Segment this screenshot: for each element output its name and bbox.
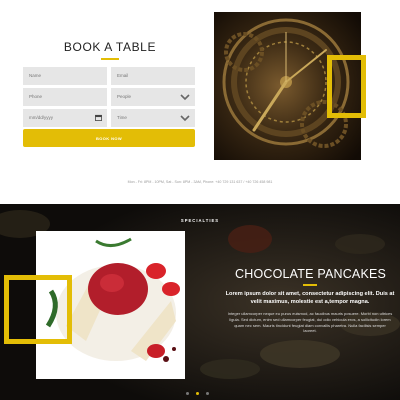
- date-placeholder: mm/dd/yyyy: [29, 115, 54, 120]
- phone-field[interactable]: Phone: [23, 88, 107, 106]
- date-field[interactable]: mm/dd/yyyy: [23, 109, 107, 127]
- booking-title: BOOK A TABLE: [63, 40, 157, 54]
- dish-title-underline: [303, 284, 317, 286]
- email-placeholder: Email: [117, 73, 129, 78]
- dish-title: CHOCOLATE PANCAKES: [235, 267, 387, 281]
- chevron-down-icon: [180, 115, 190, 122]
- time-select[interactable]: Time: [111, 109, 195, 127]
- slide-dot-3[interactable]: [206, 392, 209, 395]
- slide-dot-2[interactable]: [196, 392, 199, 395]
- people-select[interactable]: People: [111, 88, 195, 106]
- hero-accent-frame: [327, 55, 366, 118]
- book-now-button[interactable]: BOOK NOW: [23, 129, 195, 147]
- dish-description: Integer ullamcorper neque eu purus euism…: [227, 311, 393, 334]
- specialties-section: SPECIALTIES CHOCOLATE PANCAKES Lorem ips…: [0, 204, 400, 400]
- email-field[interactable]: Email: [111, 67, 195, 85]
- opening-hours: Mon - Fri: 8PM - 10PM, Sat - Sun: 8PM - …: [127, 180, 273, 184]
- calendar-icon[interactable]: [95, 114, 102, 121]
- booking-section: BOOK A TABLE Name Email Phone People mm/…: [0, 0, 400, 204]
- chevron-down-icon: [180, 94, 190, 101]
- name-field[interactable]: Name: [23, 67, 107, 85]
- people-placeholder: People: [117, 94, 132, 99]
- name-placeholder: Name: [29, 73, 42, 78]
- dish-accent-frame: [4, 275, 72, 344]
- slider-pagination: [186, 392, 214, 396]
- time-placeholder: Time: [117, 115, 127, 120]
- section-label: SPECIALTIES: [180, 218, 220, 223]
- phone-placeholder: Phone: [29, 94, 43, 99]
- slide-dot-1[interactable]: [186, 392, 189, 395]
- title-underline: [101, 58, 119, 60]
- dish-lead-text: Lorem ipsum dolor sit amet, consectetur …: [225, 291, 395, 305]
